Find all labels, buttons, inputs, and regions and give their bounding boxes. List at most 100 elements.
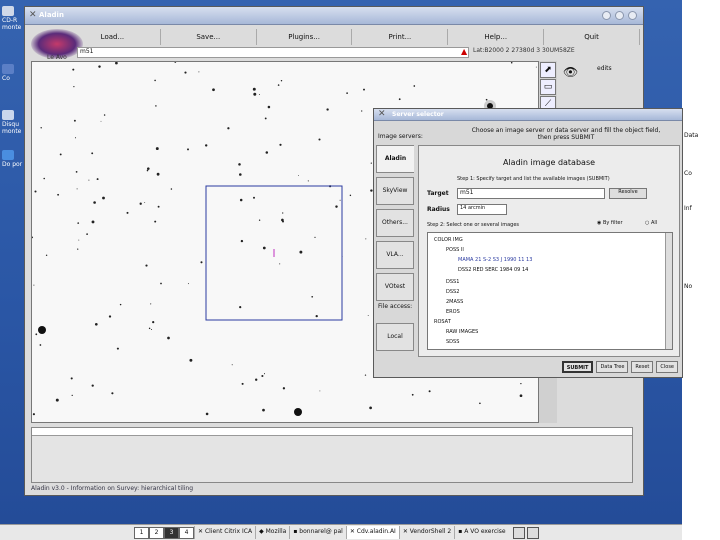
computer-icon bbox=[2, 64, 14, 74]
task-label: bonnarel@ pal bbox=[299, 528, 343, 535]
resolve-button[interactable]: Resolve bbox=[609, 188, 647, 199]
data-tree-button[interactable]: Data Tree bbox=[596, 361, 629, 373]
menu-print[interactable]: Print... bbox=[352, 29, 449, 45]
tab-others[interactable]: Others... bbox=[376, 209, 414, 237]
desktop-icon-computer[interactable]: Co bbox=[2, 64, 24, 82]
menu-load[interactable]: Load... bbox=[65, 29, 161, 45]
star bbox=[370, 162, 372, 164]
tree-leaf[interactable]: DSS2 RED SERC 1984 09 14 bbox=[458, 267, 528, 273]
server-titlebar[interactable]: ✕ Server selector bbox=[374, 109, 682, 121]
tree-node[interactable]: EROS bbox=[446, 309, 460, 315]
star bbox=[318, 138, 321, 141]
star bbox=[73, 119, 76, 122]
task-aladin[interactable]: ✕ Cdv.aladin.AI bbox=[345, 526, 399, 539]
filter-radio[interactable]: ◉ By filter bbox=[597, 220, 623, 226]
tree-scrollbar[interactable] bbox=[665, 233, 672, 349]
task-vo-exercise[interactable]: ▪ A VO exercise bbox=[454, 526, 508, 539]
tree-node[interactable]: POSS II bbox=[446, 247, 464, 253]
console-input[interactable] bbox=[32, 428, 632, 436]
star bbox=[148, 327, 151, 330]
star bbox=[282, 220, 284, 223]
radius-field[interactable]: 14 arcmin bbox=[457, 204, 507, 215]
tab-vla[interactable]: VLA... bbox=[376, 241, 414, 269]
desktop-icon-cdrom[interactable]: CD-R monte bbox=[2, 6, 24, 31]
menu-bar: Load... Save... Plugins... Print... Help… bbox=[65, 29, 640, 45]
workspace-2[interactable]: 2 bbox=[149, 526, 164, 539]
tree-node[interactable]: DSS1 bbox=[446, 279, 459, 285]
tray-icon[interactable] bbox=[526, 526, 539, 539]
task-mozilla[interactable]: ◆ Mozilla bbox=[255, 526, 289, 539]
star bbox=[267, 105, 271, 109]
star bbox=[238, 163, 241, 166]
workspace-3[interactable]: 3 bbox=[164, 526, 179, 539]
star bbox=[282, 212, 284, 214]
star bbox=[189, 358, 193, 362]
star bbox=[363, 88, 365, 91]
star bbox=[339, 199, 341, 201]
submit-button[interactable]: SUBMIT bbox=[561, 361, 594, 373]
star bbox=[45, 254, 48, 257]
star bbox=[152, 321, 155, 324]
task-citrix[interactable]: ✕ Client Citrix ICA bbox=[194, 526, 255, 539]
tab-aladin[interactable]: Aladin bbox=[376, 145, 414, 173]
task-vendorshell[interactable]: ✕ VendorShell 2 bbox=[398, 526, 454, 539]
tab-skyview[interactable]: SkyView bbox=[376, 177, 414, 205]
star bbox=[32, 236, 33, 239]
console-panel[interactable] bbox=[31, 427, 633, 483]
star bbox=[43, 177, 45, 180]
warning-icon[interactable]: ▲ bbox=[461, 47, 467, 56]
server-instructions: Choose an image server or data server an… bbox=[471, 127, 661, 141]
status-bar: Aladin v3.0 - Information on Survey: hie… bbox=[31, 485, 194, 492]
tree-leaf[interactable]: MAMA 21 S-2 S3 J 1990 11 13 bbox=[458, 257, 532, 263]
close-icon[interactable] bbox=[628, 11, 637, 20]
star bbox=[239, 173, 242, 176]
tree-node[interactable]: SDSS bbox=[446, 339, 459, 345]
minimize-icon[interactable] bbox=[602, 11, 611, 20]
star bbox=[239, 198, 243, 202]
workspace-4[interactable]: 4 bbox=[179, 526, 194, 539]
window-close-icon[interactable]: ✕ bbox=[378, 109, 386, 119]
tab-local[interactable]: Local bbox=[376, 323, 414, 351]
star bbox=[155, 105, 157, 107]
star bbox=[59, 153, 62, 156]
tab-votest[interactable]: VOtest bbox=[376, 273, 414, 301]
star bbox=[32, 413, 35, 416]
star bbox=[91, 384, 94, 387]
window-title: Server selector bbox=[392, 111, 444, 118]
tree-node[interactable]: RAW IMAGES bbox=[446, 329, 478, 335]
tree-node[interactable]: COLOR IMG bbox=[434, 237, 463, 243]
task-terminal[interactable]: ▪ bonnarel@ pal bbox=[289, 526, 346, 539]
close-button[interactable]: Close bbox=[656, 361, 678, 373]
window-close-icon[interactable]: ✕ bbox=[29, 10, 37, 20]
star bbox=[520, 382, 522, 385]
tray-icon[interactable] bbox=[512, 526, 525, 539]
star bbox=[263, 373, 266, 375]
star bbox=[72, 68, 75, 71]
star bbox=[184, 71, 187, 74]
select-tool-icon[interactable]: ⬈ bbox=[540, 62, 556, 78]
image-tree[interactable]: COLOR IMG POSS II MAMA 21 S-2 S3 J 1990 … bbox=[427, 232, 673, 350]
rectangle-tool-icon[interactable]: ▭ bbox=[540, 79, 556, 95]
tree-node[interactable]: ROSAT bbox=[434, 319, 451, 325]
star bbox=[262, 408, 265, 412]
desktop-icon-documents[interactable]: Do por bbox=[2, 150, 24, 168]
eye-icon[interactable]: 👁 bbox=[563, 65, 578, 79]
desktop-icon-floppy[interactable]: Disqu monte bbox=[2, 110, 24, 135]
menu-plugins[interactable]: Plugins... bbox=[257, 29, 353, 45]
workspace-1[interactable]: 1 bbox=[134, 526, 149, 539]
menu-save[interactable]: Save... bbox=[161, 29, 257, 45]
aladin-titlebar[interactable]: ✕ Aladin bbox=[25, 7, 643, 25]
star bbox=[346, 92, 348, 94]
logo-subtitle: Le Avo bbox=[47, 54, 67, 61]
command-input[interactable]: m51 bbox=[77, 47, 469, 58]
target-field[interactable]: m51 bbox=[457, 188, 605, 199]
menu-help[interactable]: Help... bbox=[448, 29, 545, 45]
menu-quit[interactable]: Quit bbox=[544, 29, 640, 45]
filter-radio-label: By filter bbox=[602, 220, 623, 226]
tree-node[interactable]: DSS2 bbox=[446, 289, 459, 295]
tree-node[interactable]: 2MASS bbox=[446, 299, 463, 305]
all-radio[interactable]: ○ All bbox=[645, 220, 657, 226]
reset-button[interactable]: Reset bbox=[631, 361, 654, 373]
maximize-icon[interactable] bbox=[615, 11, 624, 20]
star bbox=[147, 167, 150, 170]
